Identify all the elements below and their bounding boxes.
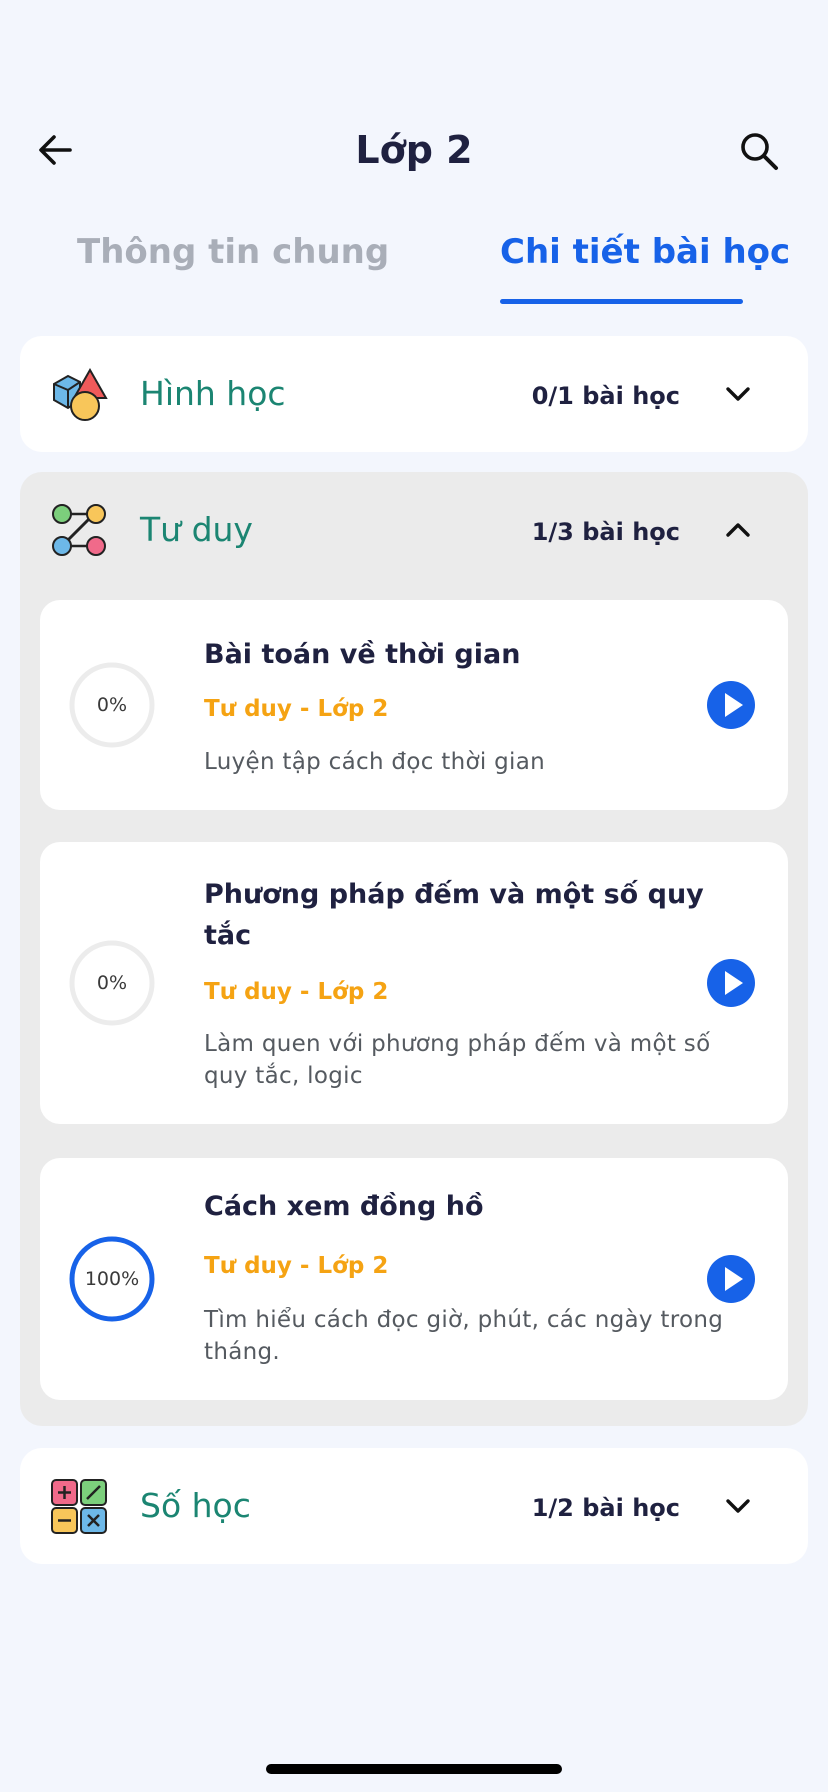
page-title: Lớp 2 [355,128,473,172]
section-title: Số học [140,1486,251,1525]
chevron-down-icon[interactable] [720,376,756,412]
lesson-card[interactable]: 0% Bài toán về thời gian Tư duy - Lớp 2 … [40,600,788,810]
section-lesson-count: 0/1 bài học [531,382,680,410]
progress-percent: 0% [96,694,128,716]
lesson-description: Luyện tập cách đọc thời gian [204,749,545,775]
section-header[interactable]: Số học 1/2 bài học [20,1448,808,1564]
progress-percent: 100% [84,1268,140,1290]
lesson-subtitle: Tư duy - Lớp 2 [204,1253,389,1279]
search-button[interactable] [736,128,782,174]
progress-percent: 0% [96,972,128,994]
play-icon[interactable] [706,958,756,1008]
section-header[interactable]: Tư duy 1/3 bài học [20,472,808,588]
logic-nodes-icon [52,504,106,556]
lesson-description: Làm quen với phương pháp đếm và một số q… [204,1031,711,1089]
play-icon[interactable] [706,680,756,730]
home-indicator[interactable] [266,1764,562,1774]
lesson-card[interactable]: 0% Phương pháp đếm và một số quy tắc Tư … [40,842,788,1124]
section-lesson-count: 1/2 bài học [531,1494,680,1522]
lesson-subtitle: Tư duy - Lớp 2 [204,696,389,722]
play-icon[interactable] [706,1254,756,1304]
section-logic: Tư duy 1/3 bài học 0% Bài toán về thời g… [20,472,808,1426]
lesson-subtitle: Tư duy - Lớp 2 [204,979,389,1005]
section-geometry[interactable]: Hình học 0/1 bài học [20,336,808,452]
lesson-title: Phương pháp đếm và một số quy tắc [204,879,704,951]
tab-general-info[interactable]: Thông tin chung [77,232,389,272]
section-lesson-count: 1/3 bài học [531,518,680,546]
chevron-up-icon[interactable] [720,512,756,548]
chevron-down-icon[interactable] [720,1488,756,1524]
search-icon [741,133,778,170]
lesson-card[interactable]: 100% Cách xem đồng hồ Tư duy - Lớp 2 Tìm… [40,1158,788,1400]
progress-ring: 100% [68,1235,156,1323]
lesson-title: Bài toán về thời gian [204,639,521,670]
section-header[interactable]: Hình học 0/1 bài học [20,336,808,452]
calculator-operations-icon [51,1479,107,1534]
geometry-shapes-icon [53,368,108,421]
progress-ring: 0% [68,661,156,749]
active-tab-indicator [500,299,743,304]
section-arithmetic[interactable]: Số học 1/2 bài học [20,1448,808,1564]
section-title: Hình học [140,374,286,413]
section-title: Tư duy [140,510,253,549]
screen: Lớp 2 Thông tin chung Chi tiết bài học H… [0,0,828,1792]
lesson-description: Tìm hiểu cách đọc giờ, phút, các ngày tr… [204,1307,724,1365]
lesson-title: Cách xem đồng hồ [204,1191,484,1222]
progress-ring: 0% [68,939,156,1027]
tab-lesson-details[interactable]: Chi tiết bài học [500,232,790,272]
